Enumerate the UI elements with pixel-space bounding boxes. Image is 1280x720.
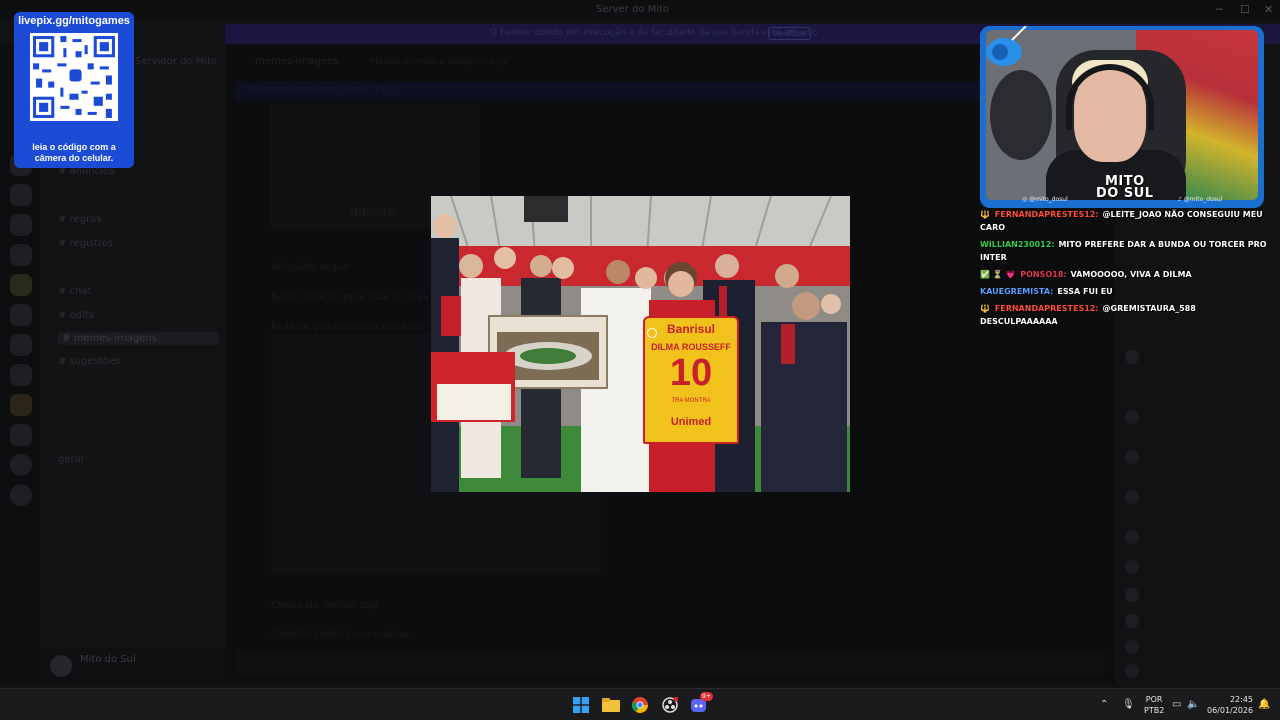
qr-caption: leia o código com a câmera do celular. — [18, 142, 130, 164]
voice-channel-item[interactable]: geral — [58, 454, 84, 465]
input-language[interactable]: POR PTB2 — [1144, 694, 1164, 716]
chat-username: KAUEGREMISTA: — [980, 287, 1054, 296]
server-icon[interactable] — [10, 274, 32, 296]
brand-line: DO SUL — [1096, 186, 1154, 201]
server-icon[interactable] — [10, 214, 32, 236]
qr-code-icon — [30, 33, 118, 121]
screen: Server do Mito ─ ☐ ✕ O banner obtido em … — [0, 0, 1280, 720]
jersey: Banrisul DILMA ROUSSEFF 10 TRA MONTRA Un… — [643, 316, 739, 444]
channel-item-active[interactable]: memes-imagens — [58, 332, 218, 345]
chat-badge: 🔱 — [980, 304, 990, 313]
member-item[interactable] — [1125, 664, 1147, 678]
notifications-icon[interactable]: 🔔 — [1258, 699, 1270, 710]
banner-button[interactable]: Verificar — [768, 27, 811, 40]
window-title: Server do Mito — [596, 4, 670, 15]
add-server-icon[interactable] — [10, 454, 32, 476]
fan — [990, 70, 1052, 160]
jersey-sponsor: Banrisul — [666, 322, 715, 336]
zoom-cursor-icon — [647, 328, 657, 338]
server-name: Servidor do Mito — [135, 56, 218, 67]
volume-icon[interactable]: 🔈 — [1187, 699, 1199, 710]
explore-icon[interactable] — [10, 484, 32, 506]
channel-item[interactable]: edits — [58, 310, 94, 321]
member-item[interactable] — [1125, 450, 1147, 464]
close-window-button[interactable]: ✕ — [1264, 3, 1273, 16]
chat-message: 🔱 FERNANDAPRESTES12: @GREMISTAURA_588 DES… — [980, 302, 1270, 328]
user-panel: Mito do Sul — [40, 648, 225, 684]
livepix-qr-panel: livepix.gg/mitogames leia o código com a… — [14, 12, 134, 168]
chat-badge: 🔱 — [980, 210, 990, 219]
channel-item[interactable]: sugestões — [58, 356, 121, 367]
qr-url: livepix.gg/mitogames — [18, 15, 130, 27]
chat-username: PONSO18: — [1020, 270, 1067, 279]
jersey-number: 10 — [669, 352, 713, 394]
mascot-logo-icon — [986, 26, 1027, 66]
member-item[interactable] — [1125, 614, 1147, 628]
chat-username: FERNANDAPRESTES12: — [994, 304, 1099, 313]
qr-caption-line: leia o código com a — [32, 142, 116, 152]
minimize-button[interactable]: ─ — [1216, 3, 1223, 16]
discord-icon[interactable]: 9+ — [690, 692, 713, 714]
obs-icon[interactable] — [661, 696, 679, 714]
chat-text: VAMOOOOO, VIVA A DILMA — [1070, 270, 1192, 279]
window-titlebar: Server do Mito ─ ☐ ✕ — [0, 0, 1280, 22]
member-item[interactable] — [1125, 410, 1147, 424]
taskbar: 9+ ⌃ 🎙 POR PTB2 ▭ 🔈 22:45 06/01/2026 🔔 — [0, 688, 1280, 720]
network-icon[interactable]: ▭ — [1172, 699, 1181, 710]
member-item[interactable] — [1125, 640, 1147, 654]
clock-time: 22:45 — [1229, 695, 1253, 704]
avatar[interactable] — [50, 655, 72, 677]
channel-item[interactable]: regras — [58, 214, 102, 225]
server-icon[interactable] — [10, 334, 32, 356]
channel-item[interactable]: chat — [58, 286, 92, 297]
clock-date: 06/01/2026 — [1207, 706, 1254, 715]
chrome-icon[interactable] — [631, 696, 649, 714]
discord-notification-badge: 9+ — [700, 692, 713, 701]
webcam-overlay: MITO DO SUL ◎ @mito_dosul ♪ @mito_dosul — [980, 26, 1264, 208]
qr-caption-line: câmera do celular. — [34, 153, 114, 163]
stream-chat: 🔱 FERNANDAPRESTES12: @LEITE_JOAO NÃO CONS… — [980, 208, 1270, 332]
tiktok-text: @mito_dosul — [1183, 196, 1223, 203]
chat-badge: ✅ ⏳ 💗 — [980, 270, 1016, 279]
member-item[interactable] — [1125, 560, 1147, 574]
windows-start-icon[interactable] — [572, 696, 590, 714]
chat-text: ESSA FUI EU — [1057, 287, 1113, 296]
member-item[interactable] — [1125, 530, 1147, 544]
server-icon[interactable] — [10, 244, 32, 266]
brand-logo: MITO DO SUL — [1096, 175, 1154, 201]
instagram-handle: ◎ @mito_dosul — [1022, 196, 1068, 203]
microphone-icon[interactable]: 🎙 — [1122, 699, 1135, 710]
instagram-text: @mito_dosul — [1029, 196, 1068, 203]
file-explorer-icon[interactable] — [602, 696, 620, 714]
enlarged-photo[interactable]: Banrisul DILMA ROUSSEFF 10 TRA MONTRA Un… — [431, 196, 850, 492]
clock[interactable]: 22:45 06/01/2026 — [1207, 694, 1253, 716]
chat-username: FERNANDAPRESTES12: — [994, 210, 1099, 219]
chat-message: 🔱 FERNANDAPRESTES12: @LEITE_JOAO NÃO CONS… — [980, 208, 1270, 234]
member-item[interactable] — [1125, 588, 1147, 602]
jersey-bottom-sponsor: Unimed — [670, 416, 712, 428]
show-hidden-icons-icon[interactable]: ⌃ — [1100, 699, 1108, 710]
member-item[interactable] — [1125, 350, 1147, 364]
server-icon[interactable] — [10, 184, 32, 206]
server-icon[interactable] — [10, 364, 32, 386]
server-icon[interactable] — [10, 304, 32, 326]
jersey-small-text: TRA MONTRA — [671, 398, 711, 404]
maximize-button[interactable]: ☐ — [1240, 3, 1250, 16]
tiktok-handle: ♪ @mito_dosul — [1178, 196, 1223, 203]
keyboard-layout: PTB2 — [1144, 706, 1165, 715]
server-icon[interactable] — [10, 394, 32, 416]
chat-message: ✅ ⏳ 💗 PONSO18: VAMOOOOO, VIVA A DILMA — [980, 268, 1270, 281]
photo-scene — [431, 196, 850, 492]
username: Mito do Sul — [80, 654, 136, 665]
chat-message: WILLIAN230012: MITO PREFERE DAR A BUNDA O… — [980, 238, 1270, 264]
jersey-name: DILMA ROUSSEFF — [651, 342, 731, 352]
member-item[interactable] — [1125, 490, 1147, 504]
channel-item[interactable]: registros — [58, 238, 114, 249]
chat-message: KAUEGREMISTA: ESSA FUI EU — [980, 285, 1270, 298]
language-code: POR — [1145, 695, 1163, 704]
chat-username: WILLIAN230012: — [980, 240, 1055, 249]
server-icon[interactable] — [10, 424, 32, 446]
